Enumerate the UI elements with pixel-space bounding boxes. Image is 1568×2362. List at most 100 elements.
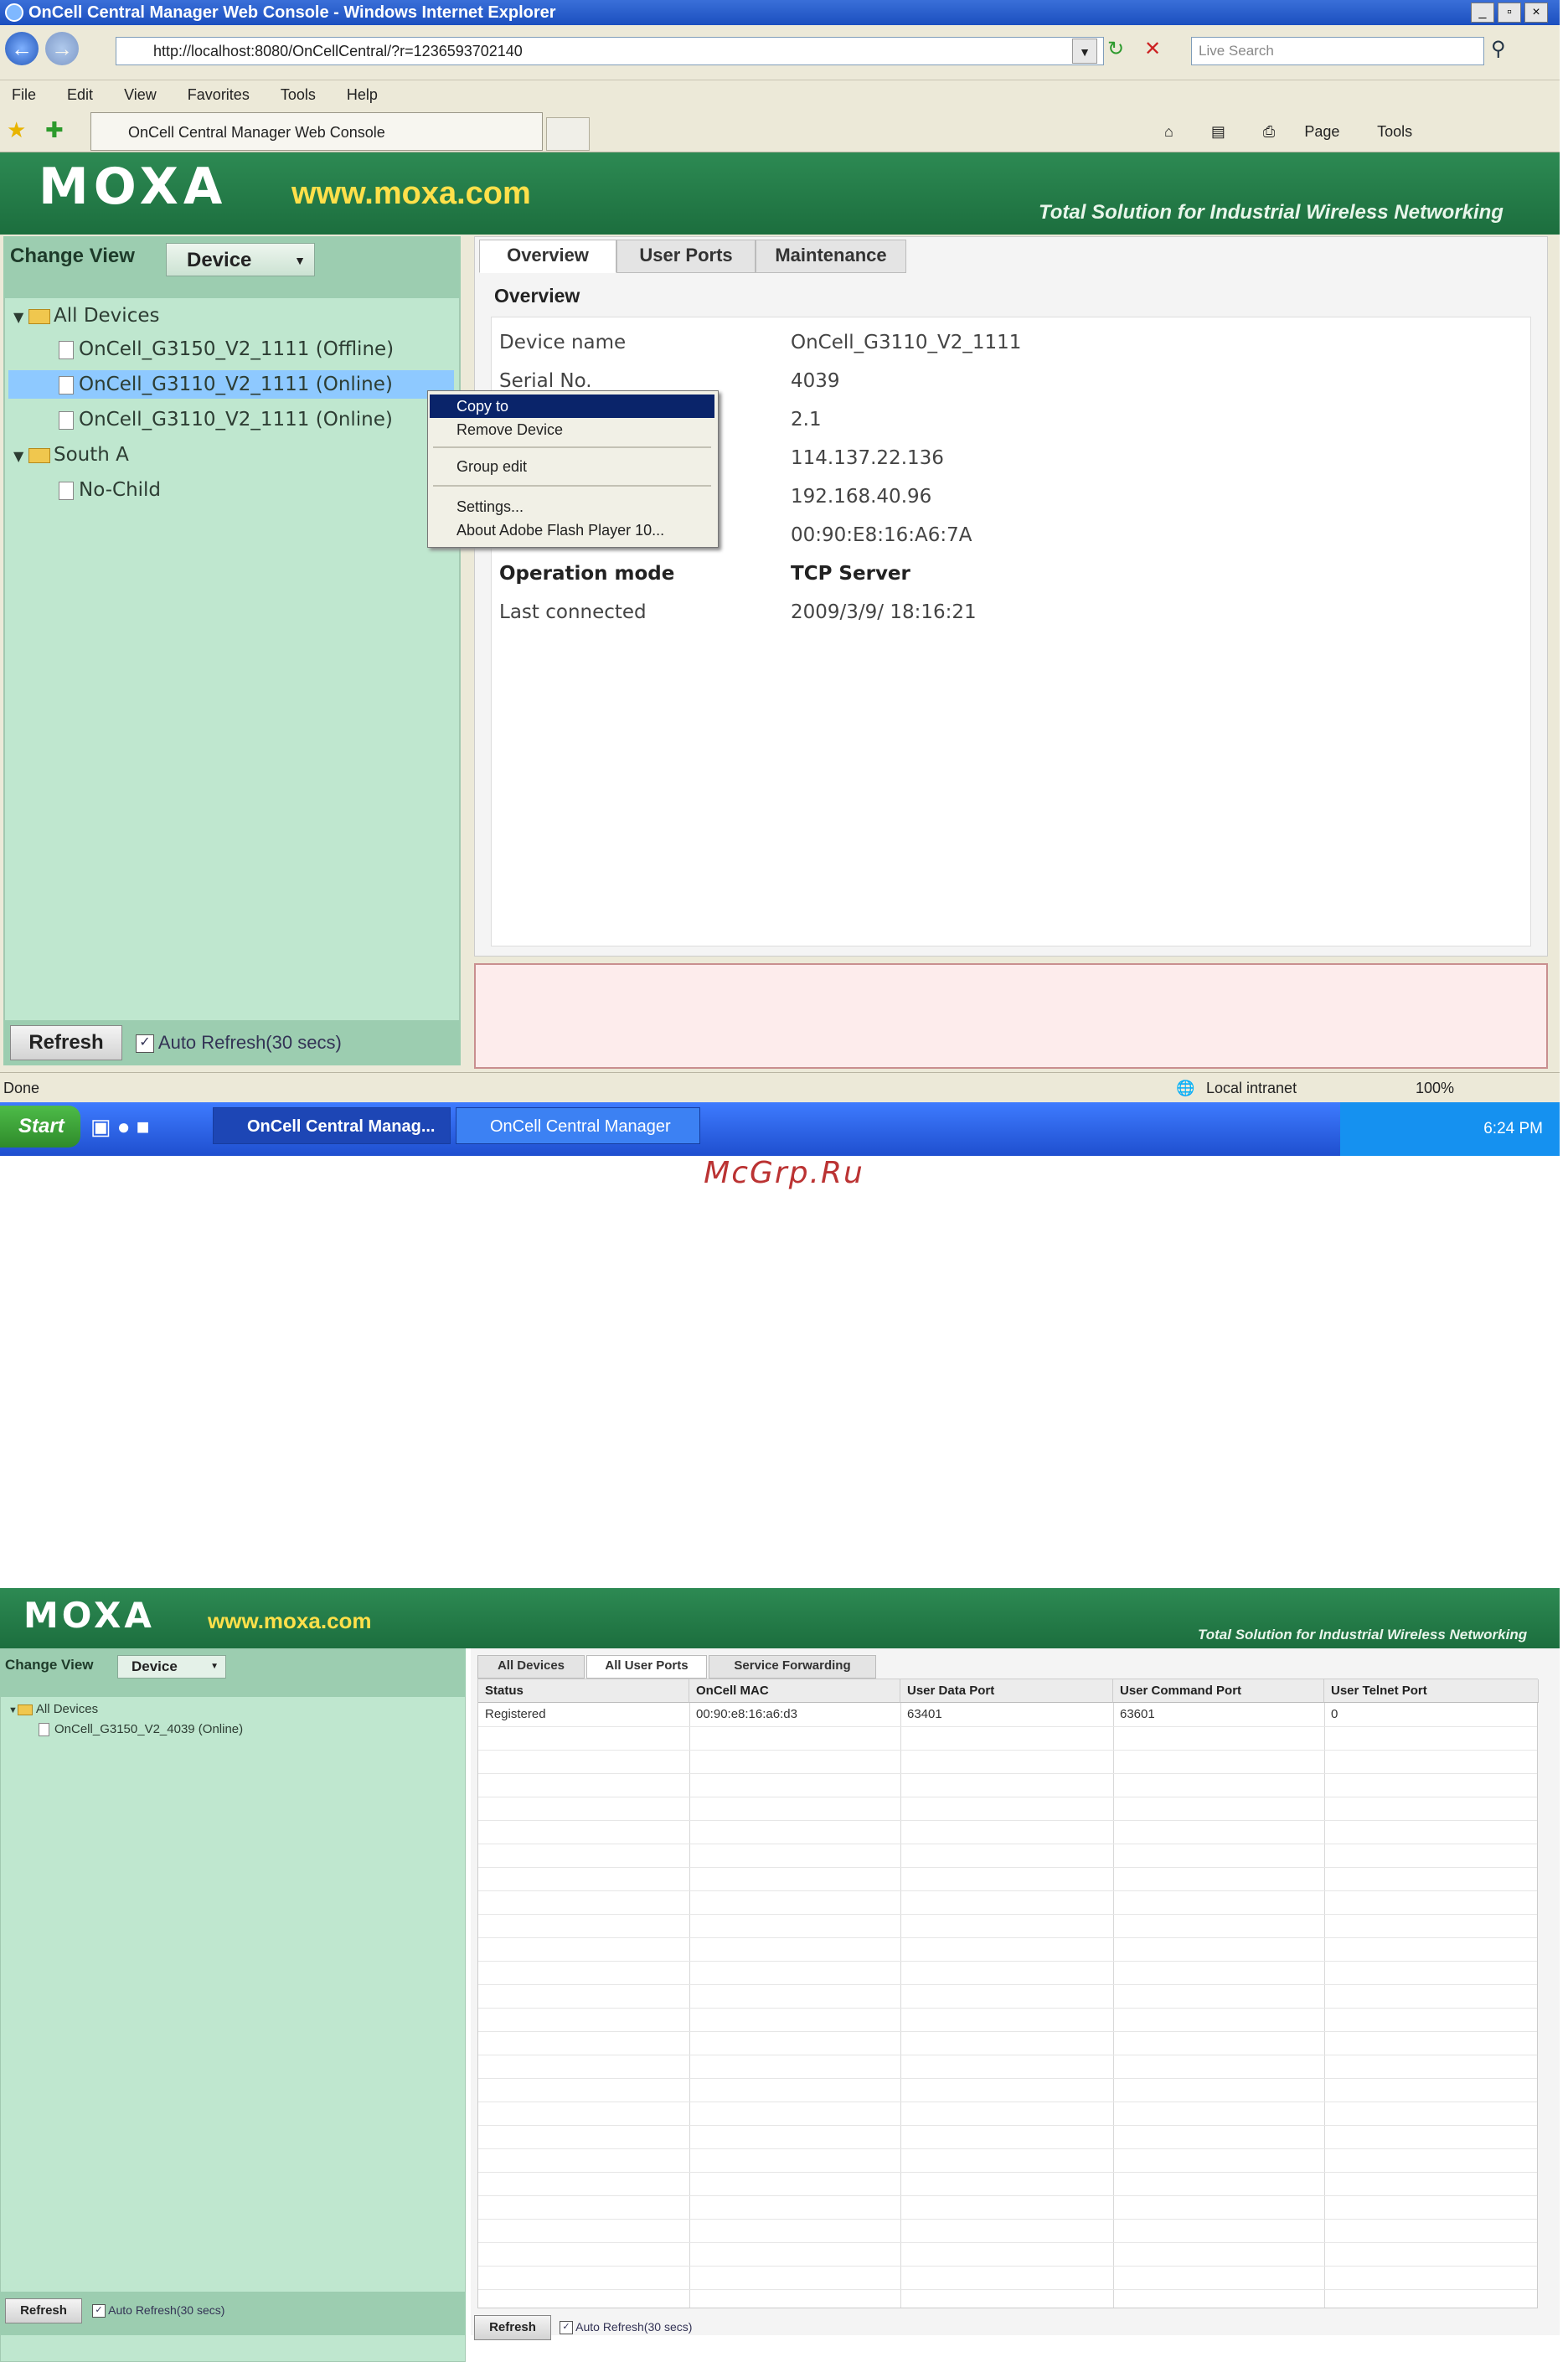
maximize-button[interactable]: ▫ — [1498, 3, 1521, 23]
address-dropdown-icon[interactable]: ▼ — [1072, 39, 1097, 64]
tab-all-devices[interactable]: All Devices — [477, 1655, 585, 1679]
search-input[interactable]: Live Search — [1191, 37, 1484, 65]
menu-item-remove-device[interactable]: Remove Device — [430, 418, 714, 441]
refresh-button[interactable]: Refresh — [474, 2315, 551, 2340]
overview-value: OnCell_G3110_V2_1111 — [791, 332, 1022, 353]
menu-tools[interactable]: Tools — [281, 86, 316, 103]
table-cell: 63401 — [907, 1707, 942, 1721]
column-header[interactable]: Status — [478, 1679, 689, 1703]
window-title: OnCell Central Manager Web Console - Win… — [28, 3, 556, 22]
row-line — [478, 2172, 1537, 2173]
refresh-icon[interactable]: ↻ — [1107, 37, 1124, 61]
home-icon[interactable]: ⌂ — [1164, 123, 1173, 140]
menu-view[interactable]: View — [124, 86, 157, 103]
column-header[interactable]: OnCell MAC — [689, 1679, 900, 1703]
menu-item-copy-to[interactable]: Copy to — [430, 395, 714, 418]
menu-divider — [433, 446, 711, 448]
clock[interactable]: 6:24 PM — [1483, 1120, 1543, 1137]
folder-icon — [17, 1704, 33, 1715]
tree-node-device[interactable]: OnCell_G3110_V2_1111 (Online) — [59, 405, 393, 434]
folder-icon — [28, 308, 50, 324]
tab-service-forwarding[interactable]: Service Forwarding — [709, 1655, 876, 1679]
row-line — [478, 1773, 1537, 1774]
overview-label: Serial No. — [499, 370, 592, 392]
menu-help[interactable]: Help — [347, 86, 378, 103]
overview-label: Device name — [499, 332, 627, 353]
tree-node-device[interactable]: OnCell_G3150_V2_4039 (Online) — [39, 1722, 243, 1737]
tab-all-user-ports[interactable]: All User Ports — [586, 1655, 707, 1679]
view-select[interactable]: Device ▼ — [117, 1655, 226, 1679]
column-header[interactable]: User Command Port — [1113, 1679, 1324, 1703]
tree-node-south-a[interactable]: ▼ South A — [13, 441, 129, 469]
expand-arrow-icon[interactable]: ▼ — [8, 1705, 18, 1715]
ie-window-screenshot: OnCell Central Manager Web Console - Win… — [0, 0, 1560, 1156]
stop-icon[interactable]: ✕ — [1144, 37, 1161, 61]
row-line — [478, 1750, 1537, 1751]
zoom-level[interactable]: 100% — [1416, 1073, 1454, 1103]
overview-value: 192.168.40.96 — [791, 486, 932, 508]
menu-item-settings[interactable]: Settings... — [430, 495, 714, 518]
search-icon[interactable]: ⚲ — [1491, 37, 1506, 61]
refresh-button[interactable]: Refresh — [10, 1025, 122, 1060]
expand-arrow-icon[interactable]: ▼ — [13, 442, 28, 471]
taskbar-item-ie[interactable]: OnCell Central Manag... — [213, 1107, 451, 1144]
table-cell: 00:90:e8:16:a6:d3 — [696, 1707, 797, 1721]
tools-menu[interactable]: Tools — [1377, 123, 1412, 140]
row-line — [478, 2008, 1537, 2009]
back-arrow-icon[interactable]: ← — [5, 32, 39, 65]
moxa-url[interactable]: www.moxa.com — [291, 176, 531, 212]
moxa-logo: MOXA — [23, 1595, 155, 1636]
row-line — [478, 2195, 1537, 2196]
menu-item-about-flash[interactable]: About Adobe Flash Player 10... — [430, 518, 714, 542]
tree-node-all-devices[interactable]: ▼ All Devices — [8, 1702, 98, 1716]
auto-refresh-checkbox[interactable]: ✓ — [560, 2321, 573, 2335]
print-icon[interactable]: ⎙ — [1263, 123, 1275, 140]
add-favorites-icon[interactable]: ✚ — [45, 117, 64, 143]
refresh-button[interactable]: Refresh — [5, 2298, 82, 2323]
table-cell: Registered — [485, 1707, 546, 1721]
auto-refresh-option[interactable]: ✓ Auto Refresh(30 secs) — [560, 2320, 692, 2335]
auto-refresh-checkbox[interactable]: ✓ — [92, 2304, 106, 2318]
column-header[interactable]: User Telnet Port — [1324, 1679, 1539, 1703]
browser-tab[interactable]: OnCell Central Manager Web Console — [90, 112, 543, 151]
menu-file[interactable]: File — [12, 86, 36, 103]
tab-maintenance[interactable]: Maintenance — [756, 240, 906, 273]
watermark: McGrp.Ru — [704, 1156, 864, 1190]
tree-node-all-devices[interactable]: ▼ All Devices — [13, 302, 159, 330]
feeds-icon[interactable]: ▤ — [1211, 123, 1225, 140]
start-button[interactable]: Start — [0, 1106, 80, 1147]
new-tab-button[interactable] — [546, 117, 590, 151]
auto-refresh-option[interactable]: ✓ Auto Refresh(30 secs) — [136, 1032, 342, 1054]
moxa-slogan: Total Solution for Industrial Wireless N… — [1198, 1627, 1528, 1643]
page-menu[interactable]: Page — [1304, 123, 1339, 140]
menu-item-group-edit[interactable]: Group edit — [430, 455, 714, 478]
view-select-value: Device — [132, 1658, 178, 1674]
expand-arrow-icon[interactable]: ▼ — [13, 303, 28, 332]
forward-arrow-icon[interactable]: → — [45, 32, 79, 65]
close-button[interactable]: × — [1524, 3, 1548, 23]
view-select[interactable]: Device ▼ — [166, 243, 315, 276]
column-header[interactable]: User Data Port — [900, 1679, 1113, 1703]
address-bar[interactable]: http://localhost:8080/OnCellCentral/?r=1… — [116, 37, 1104, 65]
tab-user-ports[interactable]: User Ports — [616, 240, 756, 273]
taskbar-item-manager[interactable]: OnCell Central Manager — [456, 1107, 700, 1144]
moxa-url[interactable]: www.moxa.com — [208, 1608, 372, 1634]
favorites-star-icon[interactable]: ★ — [7, 117, 26, 143]
auto-refresh-checkbox[interactable]: ✓ — [136, 1034, 154, 1054]
overview-label: Operation mode — [499, 563, 675, 585]
minimize-button[interactable]: _ — [1471, 3, 1494, 23]
message-panel — [474, 963, 1548, 1069]
menu-favorites[interactable]: Favorites — [188, 86, 250, 103]
quicklaunch-icons[interactable]: ▣ ● ■ — [90, 1114, 149, 1140]
folder-icon — [28, 447, 50, 463]
tree-node-device[interactable]: OnCell_G3150_V2_1111 (Offline) — [59, 335, 394, 364]
tab-overview[interactable]: Overview — [479, 240, 616, 273]
tree-node-no-child[interactable]: No-Child — [59, 476, 161, 504]
moxa-slogan: Total Solution for Industrial Wireless N… — [1039, 201, 1504, 224]
tree-node-device-selected[interactable]: OnCell_G3110_V2_1111 (Online) — [8, 370, 454, 399]
change-view-label: Change View — [5, 1657, 94, 1673]
menu-edit[interactable]: Edit — [67, 86, 93, 103]
user-ports-table: Status OnCell MAC User Data Port User Co… — [477, 1679, 1539, 2308]
auto-refresh-option[interactable]: ✓ Auto Refresh(30 secs) — [92, 2303, 224, 2318]
row-line — [478, 2031, 1537, 2032]
